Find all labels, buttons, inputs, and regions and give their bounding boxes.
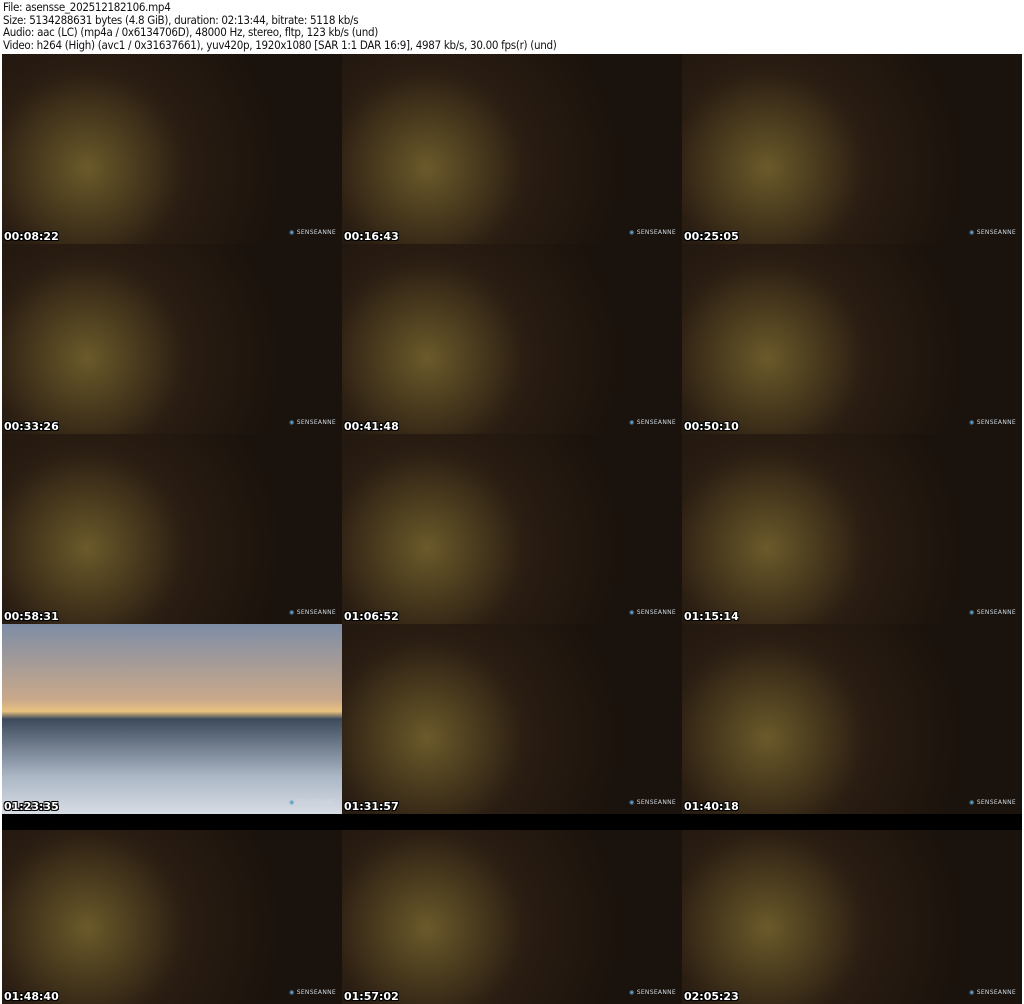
timestamp: 01:06:52	[344, 610, 399, 623]
watermark-logo: SENSEANNE	[289, 229, 336, 236]
video-thumbnail: 00:50:10 SENSEANNE	[682, 244, 1022, 434]
watermark-logo: SENSEANNE	[629, 989, 676, 996]
watermark-logo: SENSEANNE	[969, 989, 1016, 996]
timestamp: 01:40:18	[684, 800, 739, 813]
timestamp: 01:15:14	[684, 610, 739, 623]
video-thumbnail: 01:48:40 SENSEANNE	[2, 814, 342, 1004]
timestamp: 00:25:05	[684, 230, 739, 243]
video-thumbnail: 00:41:48 SENSEANNE	[342, 244, 682, 434]
timestamp: 00:08:22	[4, 230, 59, 243]
watermark-logo: SENSEANNE	[969, 419, 1016, 426]
watermark-logo: SENSEANNE	[969, 799, 1016, 806]
watermark-logo: SENSEANNE	[629, 609, 676, 616]
video-thumbnail: 00:58:31 SENSEANNE	[2, 434, 342, 624]
video-thumbnail: 01:06:52 SENSEANNE	[342, 434, 682, 624]
video-thumbnail: 00:08:22 SENSEANNE	[2, 54, 342, 244]
audio-info: Audio: aac (LC) (mp4a / 0x6134706D), 480…	[3, 25, 378, 39]
watermark-logo: SENSEANNE	[289, 799, 336, 806]
video-thumbnail: 01:40:18 SENSEANNE	[682, 624, 1022, 814]
video-thumbnail: 00:16:43 SENSEANNE	[342, 54, 682, 244]
timestamp: 00:41:48	[344, 420, 399, 433]
video-thumbnail: 01:23:35 SENSEANNE	[2, 624, 342, 814]
thumbnail-grid: 00:08:22SENSEANNE00:16:43SENSEANNE00:25:…	[2, 54, 1022, 1004]
watermark-logo: SENSEANNE	[969, 609, 1016, 616]
file-info-header: File: asensse_202512182106.mp4 Size: 513…	[0, 0, 1024, 54]
timestamp: 02:05:23	[684, 990, 739, 1003]
watermark-logo: SENSEANNE	[289, 419, 336, 426]
video-thumbnail: 01:31:57 SENSEANNE	[342, 624, 682, 814]
timestamp: 01:31:57	[344, 800, 399, 813]
video-thumbnail: 01:15:14 SENSEANNE	[682, 434, 1022, 624]
timestamp: 01:23:35	[4, 800, 59, 813]
timestamp: 01:48:40	[4, 990, 59, 1003]
watermark-logo: SENSEANNE	[629, 799, 676, 806]
timestamp: 00:33:26	[4, 420, 59, 433]
watermark-logo: SENSEANNE	[629, 229, 676, 236]
video-info: Video: h264 (High) (avc1 / 0x31637661), …	[3, 37, 557, 52]
timestamp: 00:50:10	[684, 420, 739, 433]
watermark-logo: SENSEANNE	[969, 229, 1016, 236]
timestamp: 01:57:02	[344, 990, 399, 1003]
video-thumbnail: 00:25:05 SENSEANNE	[682, 54, 1022, 244]
video-thumbnail: 01:57:02 SENSEANNE	[342, 814, 682, 1004]
watermark-logo: SENSEANNE	[289, 989, 336, 996]
timestamp: 00:16:43	[344, 230, 399, 243]
file-name: File: asensse_202512182106.mp4	[3, 0, 171, 14]
video-thumbnail: 02:05:23 SENSEANNE	[682, 814, 1022, 1004]
watermark-logo: SENSEANNE	[629, 419, 676, 426]
video-thumbnail: 00:33:26 SENSEANNE	[2, 244, 342, 434]
timestamp: 00:58:31	[4, 610, 59, 623]
watermark-logo: SENSEANNE	[289, 609, 336, 616]
